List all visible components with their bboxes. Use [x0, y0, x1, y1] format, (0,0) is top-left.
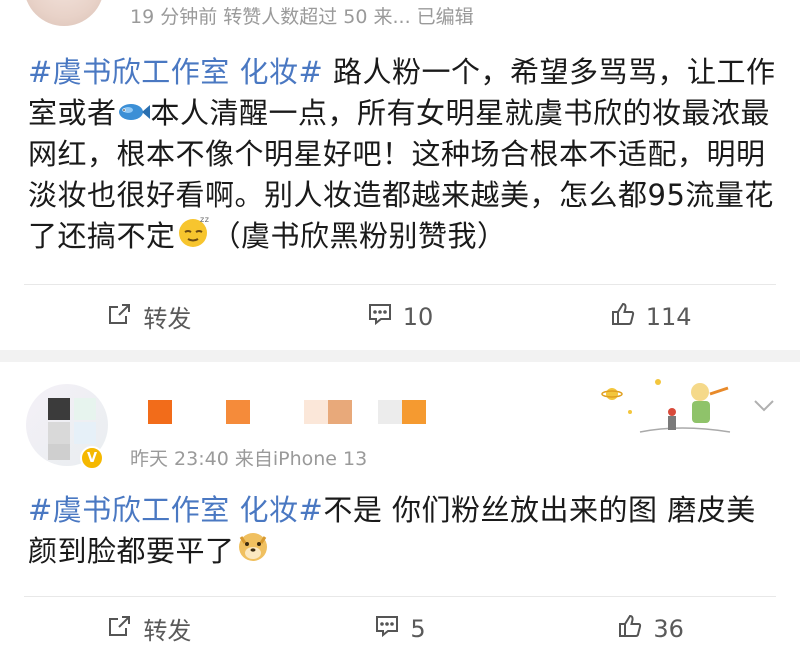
sleepy-face-icon: zz [176, 214, 212, 259]
repost-button[interactable]: 转发 [24, 597, 275, 651]
thumbs-up-icon [617, 613, 643, 645]
post-card-2: V 昨天 23:40 来自iPhone 13 #虞书欣工作室 化妆#不是 你们粉… [0, 362, 800, 651]
post-card-1: 19 分钟前 转赞人数超过 50 来... 已编辑 #虞书欣工作室 化妆# 路人… [0, 0, 800, 350]
like-count: 114 [645, 302, 692, 331]
share-icon [107, 613, 133, 645]
doge-icon [235, 529, 271, 574]
post-text: （虞书欣黑粉别赞我） [211, 219, 507, 253]
comment-count: 5 [410, 614, 426, 643]
post-meta: 昨天 23:40 来自iPhone 13 [130, 448, 368, 470]
username[interactable] [148, 400, 426, 424]
comment-button[interactable]: 5 [275, 597, 526, 651]
comment-icon [367, 301, 393, 333]
post-meta: 19 分钟前 转赞人数超过 50 来... 已编辑 [130, 6, 474, 28]
fish-icon [117, 93, 151, 134]
repost-label: 转发 [143, 617, 192, 645]
like-count: 36 [653, 614, 684, 643]
post-separator [0, 350, 800, 362]
post-body: #虞书欣工作室 化妆# 路人粉一个，希望多骂骂，让工作室或者 本人清醒一点，所有女… [28, 52, 776, 259]
share-icon [107, 301, 133, 333]
card-decoration [600, 372, 740, 436]
avatar[interactable] [24, 0, 104, 26]
hashtag-link[interactable]: #虞书欣工作室 化妆# [28, 493, 323, 527]
action-bar: 转发 10 114 [24, 284, 776, 348]
thumbs-up-icon [610, 301, 636, 333]
svg-text:zz: zz [200, 215, 209, 224]
repost-button[interactable]: 转发 [24, 285, 275, 348]
hashtag-link[interactable]: #虞书欣工作室 化妆# [28, 55, 323, 89]
comment-count: 10 [402, 302, 434, 331]
action-bar: 转发 5 36 [24, 596, 776, 651]
comment-button[interactable]: 10 [275, 285, 526, 348]
like-button[interactable]: 114 [525, 285, 776, 348]
comment-icon [374, 613, 400, 645]
like-button[interactable]: 36 [525, 597, 776, 651]
repost-label: 转发 [143, 305, 192, 333]
post-body: #虞书欣工作室 化妆#不是 你们粉丝放出来的图 磨皮美颜到脸都要平了 [28, 490, 776, 574]
chevron-down-icon[interactable] [752, 398, 776, 414]
verified-badge-icon: V [80, 446, 104, 470]
